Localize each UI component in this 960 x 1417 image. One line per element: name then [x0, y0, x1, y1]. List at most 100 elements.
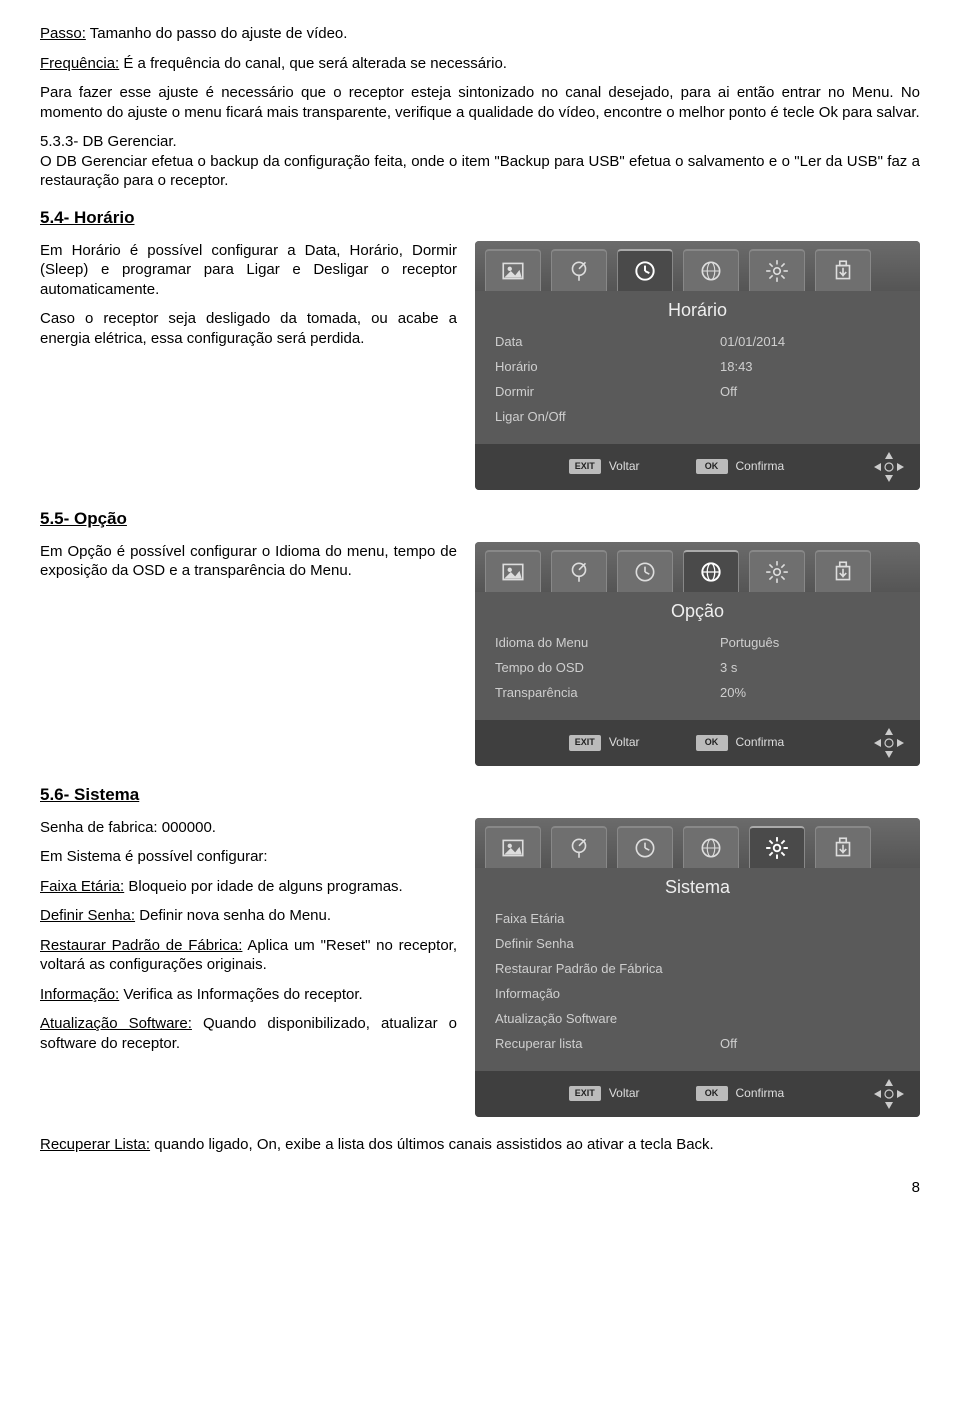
menu-row-label: Idioma do Menu	[495, 635, 720, 652]
rp-label: Restaurar Padrão de Fábrica:	[40, 937, 242, 954]
sistema-screenshot: Sistema Faixa Etária Definir Senha Resta…	[475, 818, 920, 1117]
menu-row-label: Ligar On/Off	[495, 409, 720, 426]
tab-antenna-icon[interactable]	[551, 550, 607, 592]
s56-intro: Em Sistema é possível configurar:	[40, 847, 457, 867]
menu-row-label: Definir Senha	[495, 936, 720, 953]
exit-key[interactable]: EXIT	[569, 459, 601, 475]
ok-label: Confirma	[736, 459, 785, 475]
dpad-icon[interactable]	[872, 726, 906, 760]
ok-key[interactable]: OK	[696, 1086, 728, 1102]
ds-text: Definir nova senha do Menu.	[135, 907, 331, 924]
opcao-body: Idioma do MenuPortuguês Tempo do OSD3 s …	[475, 629, 920, 710]
tab-usb-icon[interactable]	[815, 249, 871, 291]
sub-533: 5.3.3- DB Gerenciar. O DB Gerenciar efet…	[40, 132, 920, 191]
menu-row-label: Dormir	[495, 384, 720, 401]
menu-row-label: Data	[495, 334, 720, 351]
tab-antenna-icon[interactable]	[551, 826, 607, 868]
fe-text: Bloqueio por idade de alguns programas.	[124, 878, 403, 895]
sub-533-title: 5.3.3- DB Gerenciar.	[40, 133, 177, 150]
menu-row[interactable]: Faixa Etária	[491, 907, 904, 932]
sistema-tabrow	[475, 818, 920, 868]
freq-text: É a frequência do canal, que será altera…	[119, 55, 507, 72]
menu-row-value: Off	[720, 1036, 737, 1053]
tab-clock-icon[interactable]	[617, 550, 673, 592]
menu-row-label: Faixa Etária	[495, 911, 720, 928]
sistema-title: Sistema	[475, 868, 920, 905]
menu-row[interactable]: Transparência20%	[491, 681, 904, 706]
page-number: 8	[40, 1178, 920, 1198]
horario-title: Horário	[475, 291, 920, 328]
menu-row[interactable]: Horário18:43	[491, 355, 904, 380]
sub-533-text: O DB Gerenciar efetua o backup da config…	[40, 153, 920, 190]
menu-row-label: Recuperar lista	[495, 1036, 720, 1053]
horario-footer: EXIT Voltar OK Confirma	[475, 444, 920, 490]
tab-globe-icon[interactable]	[683, 550, 739, 592]
ok-key[interactable]: OK	[696, 735, 728, 751]
dpad-icon[interactable]	[872, 1077, 906, 1111]
menu-row[interactable]: Data01/01/2014	[491, 330, 904, 355]
tab-gear-icon[interactable]	[749, 550, 805, 592]
menu-row[interactable]: DormirOff	[491, 380, 904, 405]
s56-faixa-etaria: Faixa Etária: Bloqueio por idade de algu…	[40, 877, 457, 897]
menu-row[interactable]: Atualização Software	[491, 1007, 904, 1032]
tab-antenna-icon[interactable]	[551, 249, 607, 291]
ok-label: Confirma	[736, 1086, 785, 1102]
rl-label: Recuperar Lista:	[40, 1136, 150, 1153]
menu-row-value: 20%	[720, 685, 746, 702]
s56-definir-senha: Definir Senha: Definir nova senha do Men…	[40, 906, 457, 926]
menu-row-label: Informação	[495, 986, 720, 1003]
tab-usb-icon[interactable]	[815, 550, 871, 592]
inf-text: Verifica as Informações do receptor.	[119, 986, 362, 1003]
s54-p1: Em Horário é possível configurar a Data,…	[40, 241, 457, 300]
menu-row[interactable]: Tempo do OSD3 s	[491, 656, 904, 681]
menu-row[interactable]: Idioma do MenuPortuguês	[491, 631, 904, 656]
opcao-screenshot: Opção Idioma do MenuPortuguês Tempo do O…	[475, 542, 920, 766]
horario-tabrow	[475, 241, 920, 291]
exit-key[interactable]: EXIT	[569, 735, 601, 751]
horario-screenshot: Horário Data01/01/2014 Horário18:43 Dorm…	[475, 241, 920, 490]
s56-restaurar: Restaurar Padrão de Fábrica: Aplica um "…	[40, 936, 457, 975]
exit-label: Voltar	[609, 459, 640, 475]
menu-row[interactable]: Restaurar Padrão de Fábrica	[491, 957, 904, 982]
tab-picture-icon[interactable]	[485, 249, 541, 291]
ds-label: Definir Senha:	[40, 907, 135, 924]
menu-row[interactable]: Recuperar listaOff	[491, 1032, 904, 1057]
tab-gear-icon[interactable]	[749, 249, 805, 291]
exit-label: Voltar	[609, 735, 640, 751]
sistema-footer: EXIT Voltar OK Confirma	[475, 1071, 920, 1117]
tab-globe-icon[interactable]	[683, 249, 739, 291]
section-54-title: 5.4- Horário	[40, 207, 920, 229]
rl-text: quando ligado, On, exibe a lista dos últ…	[150, 1136, 714, 1153]
as-label: Atualização Software:	[40, 1015, 192, 1032]
opcao-title: Opção	[475, 592, 920, 629]
menu-row[interactable]: Informação	[491, 982, 904, 1007]
tab-picture-icon[interactable]	[485, 550, 541, 592]
tab-usb-icon[interactable]	[815, 826, 871, 868]
passo-line: Passo: Tamanho do passo do ajuste de víd…	[40, 24, 920, 44]
fe-label: Faixa Etária:	[40, 878, 124, 895]
inf-label: Informação:	[40, 986, 119, 1003]
passo-text: Tamanho do passo do ajuste de vídeo.	[86, 25, 348, 42]
tab-clock-icon[interactable]	[617, 826, 673, 868]
tab-globe-icon[interactable]	[683, 826, 739, 868]
menu-row-label: Restaurar Padrão de Fábrica	[495, 961, 720, 978]
s54-p2: Caso o receptor seja desligado da tomada…	[40, 309, 457, 348]
menu-row-label: Transparência	[495, 685, 720, 702]
s56-atualizacao: Atualização Software: Quando disponibili…	[40, 1014, 457, 1053]
menu-row-value: Off	[720, 384, 737, 401]
s56-recuperar-lista: Recuperar Lista: quando ligado, On, exib…	[40, 1135, 920, 1155]
tab-picture-icon[interactable]	[485, 826, 541, 868]
freq-line: Frequência: É a frequência do canal, que…	[40, 54, 920, 74]
exit-key[interactable]: EXIT	[569, 1086, 601, 1102]
menu-row[interactable]: Ligar On/Off	[491, 405, 904, 430]
menu-row[interactable]: Definir Senha	[491, 932, 904, 957]
tab-gear-icon[interactable]	[749, 826, 805, 868]
ok-label: Confirma	[736, 735, 785, 751]
ajuste-paragraph: Para fazer esse ajuste é necessário que …	[40, 83, 920, 122]
dpad-icon[interactable]	[872, 450, 906, 484]
tab-clock-icon[interactable]	[617, 249, 673, 291]
menu-row-label: Atualização Software	[495, 1011, 720, 1028]
s55-p1: Em Opção é possível configurar o Idioma …	[40, 542, 457, 581]
freq-label: Frequência:	[40, 55, 119, 72]
ok-key[interactable]: OK	[696, 459, 728, 475]
